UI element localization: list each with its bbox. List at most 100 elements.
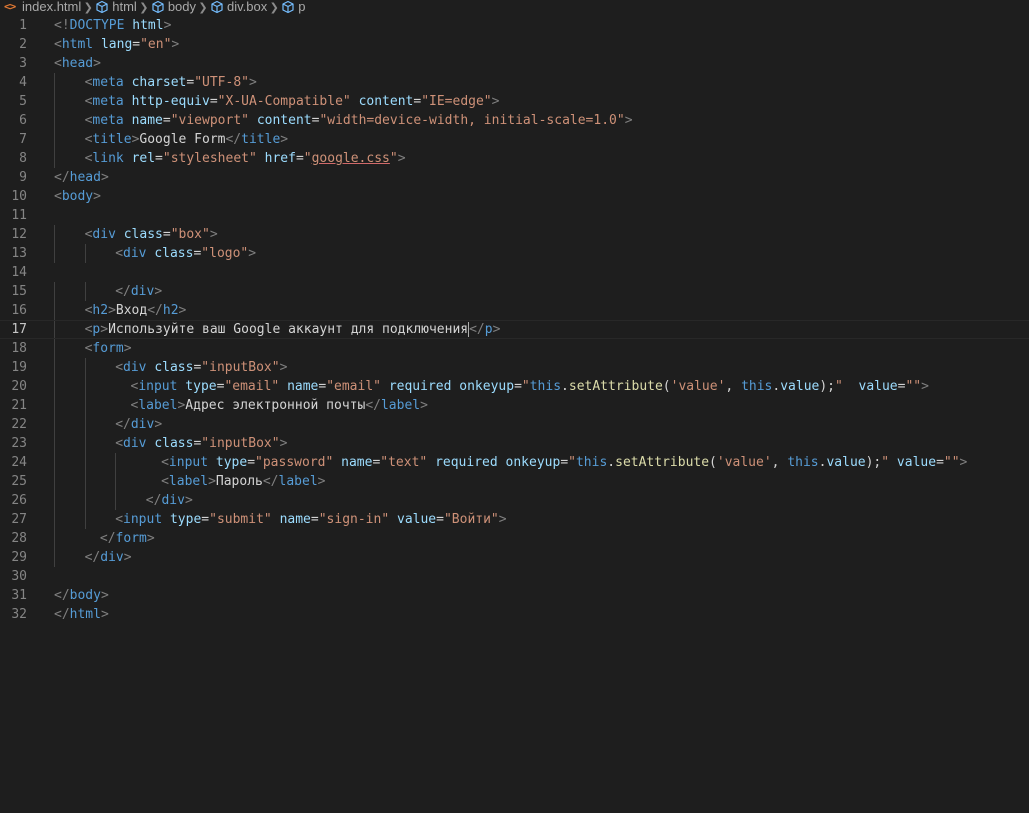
code-line[interactable]: 7 <title>Google Form</title> [0, 130, 1029, 149]
code-line[interactable]: 19 <div class="inputBox"> [0, 358, 1029, 377]
code-line[interactable]: 28 </form> [0, 529, 1029, 548]
code-line[interactable]: 12 <div class="box"> [0, 225, 1029, 244]
code-token: > [491, 94, 500, 109]
code-token: this [787, 455, 819, 470]
code-token: > [208, 474, 216, 489]
code-line[interactable]: 6 <meta name="viewport" content="width=de… [0, 111, 1029, 130]
breadcrumb-file[interactable]: <> index.html [0, 0, 81, 14]
code-token: Вход [115, 303, 148, 318]
code-line[interactable]: 27 <input type="submit" name="sign-in" va… [0, 510, 1029, 529]
code-line[interactable]: 23 <div class="inputBox"> [0, 434, 1029, 453]
code-line[interactable]: 20 <input type="email" name="email" requi… [0, 377, 1029, 396]
code-token: div [123, 246, 147, 261]
code-token: </ [99, 531, 116, 546]
code-line[interactable]: 11 [0, 206, 1029, 225]
code-token: title [241, 132, 281, 147]
breadcrumb-item-body[interactable]: body [151, 0, 196, 14]
code-token: head [61, 56, 94, 71]
code-line[interactable]: 15 </div> [0, 282, 1029, 301]
code-token: html [132, 18, 164, 33]
code-line[interactable]: 13 <div class="logo"> [0, 244, 1029, 263]
indent-guide [54, 244, 55, 263]
code-line[interactable]: 26 </div> [0, 491, 1029, 510]
code-token: name [341, 455, 373, 470]
indent-guide [54, 396, 55, 415]
code-token: type [185, 379, 217, 394]
line-number: 28 [11, 531, 27, 546]
breadcrumb-item-p[interactable]: p [281, 0, 305, 14]
code-token: "logo" [201, 246, 249, 261]
code-token: google.css [311, 151, 390, 166]
line-content: </form> [100, 529, 155, 548]
code-line[interactable]: 3 <head> [0, 54, 1029, 73]
code-token: name [287, 379, 319, 394]
line-number: 13 [11, 246, 27, 261]
line-content: <link rel="stylesheet" href="google.css"… [85, 149, 406, 168]
indent-guide [115, 491, 117, 510]
code-area[interactable]: 1 <!DOCTYPE html> 2 <html lang="en"> 3 <head>… [0, 16, 1029, 624]
line-number: 31 [11, 588, 27, 603]
code-line[interactable]: 22 </div> [0, 415, 1029, 434]
line-content: <div class="inputBox"> [115, 358, 287, 377]
indent-guide [84, 282, 86, 301]
code-line[interactable]: 5 <meta http-equiv="X-UA-Compatible" cont… [0, 92, 1029, 111]
code-token: > [154, 417, 163, 432]
code-line[interactable]: 32 </html> [0, 605, 1029, 624]
line-number: 14 [11, 265, 27, 280]
code-token: > [123, 550, 132, 565]
line-number: 24 [11, 455, 27, 470]
line-number: 9 [19, 170, 27, 185]
line-number: 1 [19, 18, 27, 33]
code-token: < [161, 455, 169, 470]
indent-guide [84, 358, 86, 377]
code-editor[interactable]: <> index.html ❯ html ❯ body ❯ div.box ❯ … [0, 0, 1029, 813]
code-token: required [435, 455, 498, 470]
line-content: <div class="inputBox"> [115, 434, 287, 453]
code-line[interactable]: 18 <form> [0, 339, 1029, 358]
code-token: html [61, 37, 94, 52]
code-line[interactable]: 8 <link rel="stylesheet" href="google.css… [0, 149, 1029, 168]
code-token: = [247, 455, 256, 470]
code-token: "stylesheet" [162, 151, 257, 166]
code-line[interactable]: 9 </head> [0, 168, 1029, 187]
code-token: type [215, 455, 248, 470]
code-token: </ [225, 132, 242, 147]
code-token: this [741, 379, 773, 394]
line-content: <div class="logo"> [115, 244, 256, 263]
code-line[interactable]: 4 <meta charset="UTF-8"> [0, 73, 1029, 92]
code-line[interactable]: 21 <label>Адрес электронной почты</label> [0, 396, 1029, 415]
code-line[interactable]: 10 <body> [0, 187, 1029, 206]
line-number: 11 [11, 208, 27, 223]
breadcrumb-item-div-box[interactable]: div.box [210, 0, 267, 14]
code-line[interactable]: 29 </div> [0, 548, 1029, 567]
code-line[interactable]: 2 <html lang="en"> [0, 35, 1029, 54]
code-token: > [163, 18, 172, 33]
line-content: <meta charset="UTF-8"> [85, 73, 257, 92]
code-token: > [123, 341, 132, 356]
line-content: <h2>Вход</h2> [85, 301, 187, 320]
code-token: value [826, 455, 866, 470]
code-token: "email" [326, 379, 381, 394]
code-line[interactable]: 30 [0, 567, 1029, 586]
code-token: </ [54, 588, 70, 603]
code-line[interactable]: 25 <label>Пароль</label> [0, 472, 1029, 491]
code-token: </ [84, 550, 101, 565]
code-line[interactable]: 17 <p>Используйте ваш Google аккаунт для … [0, 320, 1029, 339]
line-content: <input type="submit" name="sign-in" valu… [115, 510, 506, 529]
breadcrumb-item-html[interactable]: html [95, 0, 137, 14]
code-token: div [92, 227, 116, 242]
code-line[interactable]: 1 <!DOCTYPE html> [0, 16, 1029, 35]
code-token: div [123, 436, 147, 451]
code-line[interactable]: 14 [0, 263, 1029, 282]
code-line[interactable]: 16 <h2>Вход</h2> [0, 301, 1029, 320]
code-token: input [123, 512, 163, 527]
code-line[interactable]: 24 <input type="password" name="text" req… [0, 453, 1029, 472]
code-line[interactable]: 31 </body> [0, 586, 1029, 605]
indent-guide [54, 548, 55, 567]
line-content: </div> [146, 491, 193, 510]
code-token: div [161, 493, 185, 508]
code-token: = [162, 227, 171, 242]
